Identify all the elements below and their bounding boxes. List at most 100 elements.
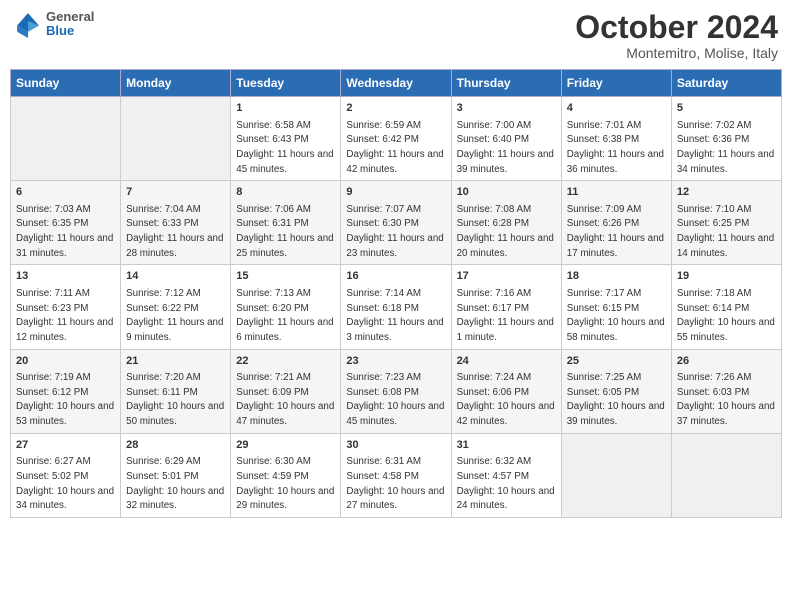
day-number: 5: [677, 101, 776, 116]
day-number: 11: [567, 185, 666, 200]
day-number: 26: [677, 354, 776, 369]
day-number: 10: [457, 185, 556, 200]
calendar-day-cell: 8 Sunrise: 7:06 AMSunset: 6:31 PMDaylight…: [231, 181, 341, 265]
calendar-day-cell: 4 Sunrise: 7:01 AMSunset: 6:38 PMDaylight…: [561, 97, 671, 181]
day-number: 24: [457, 354, 556, 369]
day-info: Sunrise: 7:21 AMSunset: 6:09 PMDaylight:…: [236, 372, 334, 427]
calendar-day-cell: [121, 97, 231, 181]
calendar-day-cell: 11Sunrise: 7:09 AMSunset: 6:26 PMDayligh…: [561, 181, 671, 265]
calendar-day-cell: 1 Sunrise: 6:58 AMSunset: 6:43 PMDaylight…: [231, 97, 341, 181]
calendar-day-cell: 21 Sunrise: 7:20 AMSunset: 6:11 PMDayligh…: [121, 349, 231, 433]
day-info: Sunrise: 6:32 AMSunset: 4:57 PMDaylight:…: [457, 456, 555, 511]
weekday-header: Wednesday: [341, 70, 451, 97]
calendar-day-cell: 29 Sunrise: 6:30 AMSunset: 4:59 PMDayligh…: [231, 433, 341, 517]
day-info: Sunrise: 7:23 AMSunset: 6:08 PMDaylight:…: [346, 372, 444, 427]
day-info: Sunrise: 7:20 AMSunset: 6:11 PMDaylight:…: [126, 372, 224, 427]
logo-icon: [14, 10, 42, 38]
day-info: Sunrise: 6:31 AMSunset: 4:58 PMDaylight:…: [346, 456, 444, 511]
day-number: 29: [236, 438, 335, 453]
logo-text: General Blue: [46, 10, 94, 39]
month-title: October 2024: [575, 10, 778, 45]
day-info: Sunrise: 7:19 AMSunset: 6:12 PMDaylight:…: [16, 372, 114, 427]
day-info: Sunrise: 7:03 AMSunset: 6:35 PMDaylight:…: [16, 204, 113, 259]
calendar-day-cell: 25 Sunrise: 7:25 AMSunset: 6:05 PMDayligh…: [561, 349, 671, 433]
calendar-day-cell: 19Sunrise: 7:18 AMSunset: 6:14 PMDayligh…: [671, 265, 781, 349]
calendar-day-cell: 23 Sunrise: 7:23 AMSunset: 6:08 PMDayligh…: [341, 349, 451, 433]
calendar-week-row: 1 Sunrise: 6:58 AMSunset: 6:43 PMDaylight…: [11, 97, 782, 181]
day-info: Sunrise: 6:30 AMSunset: 4:59 PMDaylight:…: [236, 456, 334, 511]
day-info: Sunrise: 6:58 AMSunset: 6:43 PMDaylight:…: [236, 120, 333, 175]
weekday-header: Monday: [121, 70, 231, 97]
calendar-day-cell: 14Sunrise: 7:12 AMSunset: 6:22 PMDayligh…: [121, 265, 231, 349]
day-number: 9: [346, 185, 445, 200]
day-number: 28: [126, 438, 225, 453]
day-info: Sunrise: 7:01 AMSunset: 6:38 PMDaylight:…: [567, 120, 664, 175]
calendar-day-cell: 28 Sunrise: 6:29 AMSunset: 5:01 PMDayligh…: [121, 433, 231, 517]
day-number: 27: [16, 438, 115, 453]
day-number: 2: [346, 101, 445, 116]
logo: General Blue: [14, 10, 94, 39]
day-number: 25: [567, 354, 666, 369]
day-number: 16: [346, 269, 445, 284]
logo-line2: Blue: [46, 24, 94, 38]
day-info: Sunrise: 7:07 AMSunset: 6:30 PMDaylight:…: [346, 204, 443, 259]
day-info: Sunrise: 7:25 AMSunset: 6:05 PMDaylight:…: [567, 372, 665, 427]
calendar-day-cell: 31 Sunrise: 6:32 AMSunset: 4:57 PMDayligh…: [451, 433, 561, 517]
day-number: 21: [126, 354, 225, 369]
day-info: Sunrise: 7:18 AMSunset: 6:14 PMDaylight:…: [677, 288, 775, 343]
day-info: Sunrise: 7:26 AMSunset: 6:03 PMDaylight:…: [677, 372, 775, 427]
day-number: 12: [677, 185, 776, 200]
calendar-day-cell: 3Sunrise: 7:00 AMSunset: 6:40 PMDaylight…: [451, 97, 561, 181]
weekday-header: Sunday: [11, 70, 121, 97]
calendar-day-cell: 22Sunrise: 7:21 AMSunset: 6:09 PMDayligh…: [231, 349, 341, 433]
day-number: 17: [457, 269, 556, 284]
day-info: Sunrise: 6:59 AMSunset: 6:42 PMDaylight:…: [346, 120, 443, 175]
calendar-day-cell: 16 Sunrise: 7:14 AMSunset: 6:18 PMDayligh…: [341, 265, 451, 349]
day-info: Sunrise: 6:29 AMSunset: 5:01 PMDaylight:…: [126, 456, 224, 511]
day-info: Sunrise: 7:04 AMSunset: 6:33 PMDaylight:…: [126, 204, 223, 259]
weekday-header: Friday: [561, 70, 671, 97]
calendar-week-row: 27 Sunrise: 6:27 AMSunset: 5:02 PMDayligh…: [11, 433, 782, 517]
calendar-day-cell: 6 Sunrise: 7:03 AMSunset: 6:35 PMDaylight…: [11, 181, 121, 265]
calendar-week-row: 20Sunrise: 7:19 AMSunset: 6:12 PMDayligh…: [11, 349, 782, 433]
title-block: October 2024 Montemitro, Molise, Italy: [575, 10, 778, 61]
day-number: 3: [457, 101, 556, 116]
weekday-header-row: SundayMondayTuesdayWednesdayThursdayFrid…: [11, 70, 782, 97]
calendar-day-cell: 7 Sunrise: 7:04 AMSunset: 6:33 PMDaylight…: [121, 181, 231, 265]
calendar-table: SundayMondayTuesdayWednesdayThursdayFrid…: [10, 69, 782, 518]
day-info: Sunrise: 6:27 AMSunset: 5:02 PMDaylight:…: [16, 456, 114, 511]
calendar-day-cell: 18Sunrise: 7:17 AMSunset: 6:15 PMDayligh…: [561, 265, 671, 349]
page-header: General Blue October 2024 Montemitro, Mo…: [10, 10, 782, 61]
day-number: 7: [126, 185, 225, 200]
day-number: 1: [236, 101, 335, 116]
weekday-header: Thursday: [451, 70, 561, 97]
calendar-day-cell: 10 Sunrise: 7:08 AMSunset: 6:28 PMDayligh…: [451, 181, 561, 265]
calendar-day-cell: 9 Sunrise: 7:07 AMSunset: 6:30 PMDaylight…: [341, 181, 451, 265]
day-number: 8: [236, 185, 335, 200]
weekday-header: Tuesday: [231, 70, 341, 97]
calendar-day-cell: 26 Sunrise: 7:26 AMSunset: 6:03 PMDayligh…: [671, 349, 781, 433]
day-info: Sunrise: 7:12 AMSunset: 6:22 PMDaylight:…: [126, 288, 223, 343]
day-number: 30: [346, 438, 445, 453]
day-number: 6: [16, 185, 115, 200]
day-info: Sunrise: 7:08 AMSunset: 6:28 PMDaylight:…: [457, 204, 554, 259]
day-info: Sunrise: 7:06 AMSunset: 6:31 PMDaylight:…: [236, 204, 333, 259]
calendar-day-cell: 24Sunrise: 7:24 AMSunset: 6:06 PMDayligh…: [451, 349, 561, 433]
calendar-day-cell: 30 Sunrise: 6:31 AMSunset: 4:58 PMDayligh…: [341, 433, 451, 517]
day-info: Sunrise: 7:10 AMSunset: 6:25 PMDaylight:…: [677, 204, 774, 259]
calendar-day-cell: 27 Sunrise: 6:27 AMSunset: 5:02 PMDayligh…: [11, 433, 121, 517]
day-info: Sunrise: 7:02 AMSunset: 6:36 PMDaylight:…: [677, 120, 774, 175]
weekday-header: Saturday: [671, 70, 781, 97]
day-info: Sunrise: 7:14 AMSunset: 6:18 PMDaylight:…: [346, 288, 443, 343]
calendar-week-row: 6 Sunrise: 7:03 AMSunset: 6:35 PMDaylight…: [11, 181, 782, 265]
day-number: 4: [567, 101, 666, 116]
calendar-day-cell: 12 Sunrise: 7:10 AMSunset: 6:25 PMDayligh…: [671, 181, 781, 265]
day-info: Sunrise: 7:17 AMSunset: 6:15 PMDaylight:…: [567, 288, 665, 343]
day-info: Sunrise: 7:16 AMSunset: 6:17 PMDaylight:…: [457, 288, 554, 343]
calendar-day-cell: 15Sunrise: 7:13 AMSunset: 6:20 PMDayligh…: [231, 265, 341, 349]
day-info: Sunrise: 7:11 AMSunset: 6:23 PMDaylight:…: [16, 288, 113, 343]
day-number: 31: [457, 438, 556, 453]
calendar-day-cell: 13Sunrise: 7:11 AMSunset: 6:23 PMDayligh…: [11, 265, 121, 349]
location: Montemitro, Molise, Italy: [575, 45, 778, 61]
day-number: 23: [346, 354, 445, 369]
